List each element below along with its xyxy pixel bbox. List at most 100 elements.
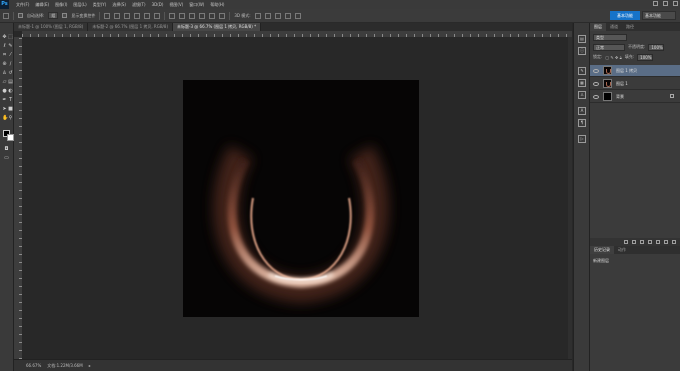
- zoom-level[interactable]: 66.67%: [26, 363, 41, 368]
- actions-panel-icon[interactable]: ▷: [578, 135, 586, 143]
- maximize-icon[interactable]: [663, 1, 668, 6]
- link-layers-icon[interactable]: [624, 240, 628, 244]
- canvas-scrollbar[interactable]: [568, 37, 572, 359]
- status-menu-arrow-icon[interactable]: ▸: [89, 363, 91, 368]
- history-brush-icon[interactable]: ↺: [8, 71, 13, 76]
- tab-paths[interactable]: 路径: [622, 23, 638, 31]
- tab-actions[interactable]: 动作: [614, 246, 630, 254]
- trash-icon[interactable]: [672, 240, 676, 244]
- align-left-icon[interactable]: [134, 12, 141, 19]
- lock-options-icon[interactable]: ▢ ✎ ✥ 🔒︎: [605, 55, 621, 60]
- path-select-icon[interactable]: ➤: [2, 107, 7, 112]
- canvas-area[interactable]: [22, 37, 572, 359]
- distribute-bottom-icon[interactable]: [189, 12, 196, 19]
- minimize-icon[interactable]: [653, 1, 658, 6]
- add-mask-icon[interactable]: [640, 240, 644, 244]
- new-layer-icon[interactable]: [664, 240, 668, 244]
- adjustment-layer-icon[interactable]: [648, 240, 652, 244]
- menu-3d[interactable]: 3D(D): [149, 2, 167, 7]
- distribute-right-icon[interactable]: [219, 12, 226, 19]
- 3d-rotate-icon[interactable]: [254, 12, 261, 19]
- layer-row[interactable]: 图层 1: [590, 78, 680, 90]
- 3d-roll-icon[interactable]: [264, 12, 271, 19]
- distribute-middle-icon[interactable]: [179, 12, 186, 19]
- tab-document-2[interactable]: 未标题-2 @ 66.7% (图层 1 拷贝, RGB/8): [88, 23, 174, 31]
- opacity-input[interactable]: 100%: [648, 43, 665, 51]
- menu-window[interactable]: 窗口(W): [186, 2, 207, 8]
- menu-edit[interactable]: 编辑(E): [32, 2, 52, 8]
- shape-tool-icon[interactable]: ■: [8, 107, 13, 112]
- blur-tool-icon[interactable]: ●: [2, 89, 7, 94]
- new-group-icon[interactable]: [656, 240, 660, 244]
- tab-document-1[interactable]: 未标题-1 @ 100% (图层 1, RGB/8): [14, 23, 89, 31]
- brush-panel-icon[interactable]: ✎: [578, 67, 586, 75]
- align-top-icon[interactable]: [104, 12, 111, 19]
- quick-select-icon[interactable]: ✎: [8, 44, 13, 49]
- tab-document-3[interactable]: 未标题-3 @ 66.7% (图层 1 拷贝, RGB/8) *: [173, 23, 262, 31]
- healing-brush-icon[interactable]: ⊕: [2, 62, 7, 67]
- workspace-button[interactable]: 基本功能: [610, 11, 640, 20]
- distribute-top-icon[interactable]: [169, 12, 176, 19]
- quick-mask-icon[interactable]: ◘: [4, 147, 9, 152]
- properties-panel-icon[interactable]: ⓘ: [578, 47, 586, 55]
- transform-controls-checkbox[interactable]: [62, 13, 68, 18]
- vertical-ruler[interactable]: [14, 37, 22, 359]
- auto-select-checkbox[interactable]: [18, 13, 23, 18]
- eye-icon[interactable]: [593, 68, 599, 73]
- lasso-tool-icon[interactable]: ℓ: [2, 44, 7, 49]
- eye-icon[interactable]: [593, 81, 599, 86]
- align-bottom-icon[interactable]: [124, 12, 131, 19]
- align-right-icon[interactable]: [154, 12, 161, 19]
- menu-image[interactable]: 图像(I): [52, 2, 70, 8]
- menu-filter[interactable]: 滤镜(T): [129, 2, 149, 8]
- align-middle-icon[interactable]: [114, 12, 121, 19]
- layer-kind-filter[interactable]: 类型: [593, 33, 627, 41]
- layer-style-icon[interactable]: [632, 240, 636, 244]
- 3d-drag-icon[interactable]: [274, 12, 281, 19]
- tab-history[interactable]: 历史记录: [590, 246, 614, 254]
- marquee-tool-icon[interactable]: ⬚: [8, 35, 13, 40]
- move-tool-icon[interactable]: [3, 12, 9, 19]
- menu-help[interactable]: 帮助(H): [207, 2, 227, 8]
- eraser-tool-icon[interactable]: ▱: [2, 80, 7, 85]
- eyedropper-icon[interactable]: ⁄: [8, 53, 13, 58]
- brush-presets-icon[interactable]: ▦: [578, 79, 586, 87]
- distribute-left-icon[interactable]: [199, 12, 206, 19]
- menu-layer[interactable]: 图层(L): [70, 2, 89, 8]
- history-panel-icon[interactable]: ▤: [578, 35, 586, 43]
- align-center-icon[interactable]: [144, 12, 151, 19]
- blend-mode-select[interactable]: 正常: [593, 43, 625, 51]
- tab-layers[interactable]: 图层: [590, 23, 606, 31]
- tab-channels[interactable]: 通道: [606, 23, 622, 31]
- brush-tool-icon[interactable]: ∕: [8, 62, 13, 67]
- screen-mode-icon[interactable]: ▭: [4, 156, 9, 161]
- menu-file[interactable]: 文件(F): [13, 2, 32, 8]
- background-color-swatch[interactable]: [7, 134, 14, 141]
- hand-tool-icon[interactable]: ✋: [2, 116, 8, 121]
- distribute-center-icon[interactable]: [209, 12, 216, 19]
- pen-tool-icon[interactable]: ✒: [2, 98, 7, 103]
- dodge-tool-icon[interactable]: ◐: [8, 89, 13, 94]
- gradient-tool-icon[interactable]: ▤: [8, 80, 13, 85]
- menu-type[interactable]: 类型(Y): [90, 2, 110, 8]
- document-canvas[interactable]: [183, 80, 419, 317]
- 3d-slide-icon[interactable]: [284, 12, 291, 19]
- eye-icon[interactable]: [593, 94, 599, 99]
- 3d-scale-icon[interactable]: [294, 12, 301, 19]
- menu-view[interactable]: 视图(V): [166, 2, 186, 8]
- menu-select[interactable]: 选择(S): [109, 2, 129, 8]
- paragraph-panel-icon[interactable]: ¶: [578, 119, 586, 127]
- close-icon[interactable]: [673, 1, 678, 6]
- fill-input[interactable]: 100%: [637, 53, 654, 61]
- clone-source-icon[interactable]: ♙: [578, 91, 586, 99]
- clone-stamp-icon[interactable]: ♙: [2, 71, 7, 76]
- layer-row[interactable]: 背景: [590, 91, 680, 103]
- workspace-select[interactable]: 基本功能: [642, 11, 676, 20]
- history-item[interactable]: 新建图层: [593, 258, 609, 264]
- auto-select-dropdown[interactable]: 组: [48, 12, 59, 19]
- crop-tool-icon[interactable]: ⌗: [2, 53, 7, 58]
- move-tool-icon[interactable]: ✥: [2, 35, 7, 40]
- zoom-tool-icon[interactable]: ⚲: [8, 116, 13, 121]
- type-tool-icon[interactable]: T: [8, 98, 13, 103]
- layer-row[interactable]: 图层 1 拷贝: [590, 65, 680, 77]
